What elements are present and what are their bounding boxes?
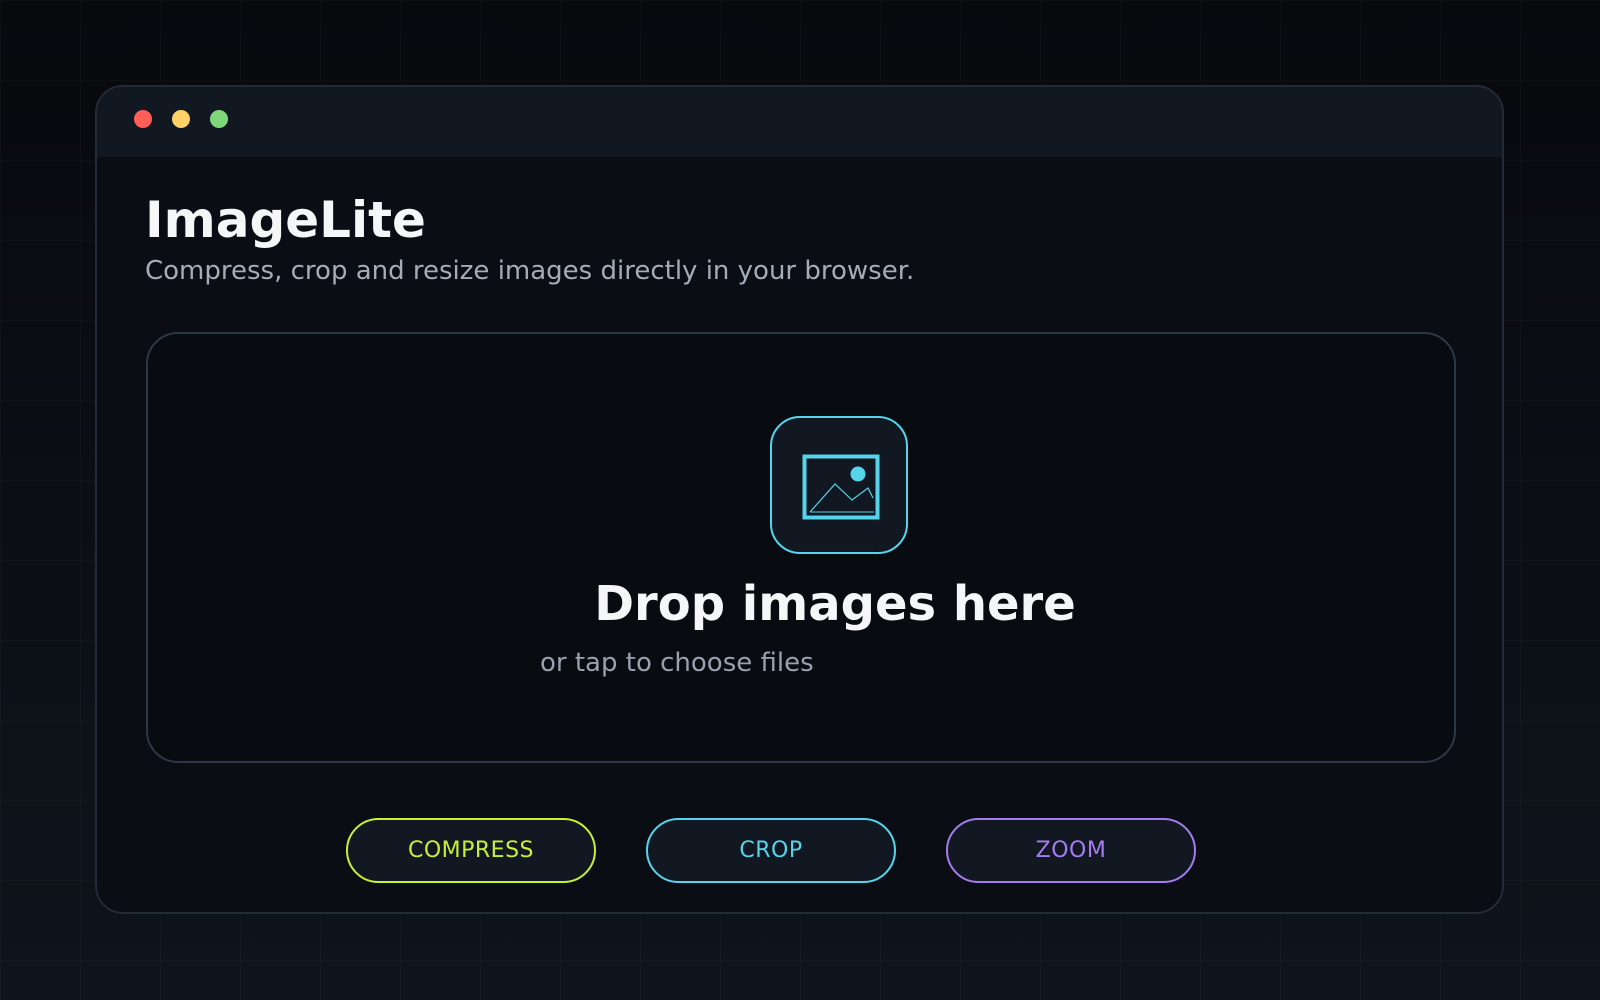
image-icon bbox=[770, 416, 908, 554]
window-maximize-button[interactable] bbox=[210, 110, 228, 128]
app-title: ImageLite bbox=[145, 191, 426, 249]
window-titlebar bbox=[97, 87, 1502, 157]
crop-button[interactable]: CROP bbox=[646, 818, 896, 883]
window-close-button[interactable] bbox=[134, 110, 152, 128]
compress-button[interactable]: COMPRESS bbox=[346, 818, 596, 883]
app-window: ImageLite Compress, crop and resize imag… bbox=[95, 85, 1504, 914]
app-subtitle: Compress, crop and resize images directl… bbox=[145, 256, 915, 286]
image-dropzone[interactable]: Drop images here or tap to choose files bbox=[146, 332, 1456, 763]
image-icon-graphic bbox=[802, 454, 880, 520]
window-minimize-button[interactable] bbox=[172, 110, 190, 128]
zoom-button[interactable]: ZOOM bbox=[946, 818, 1196, 883]
dropzone-title: Drop images here bbox=[594, 576, 1076, 632]
dropzone-subtitle[interactable]: or tap to choose files bbox=[540, 645, 814, 681]
